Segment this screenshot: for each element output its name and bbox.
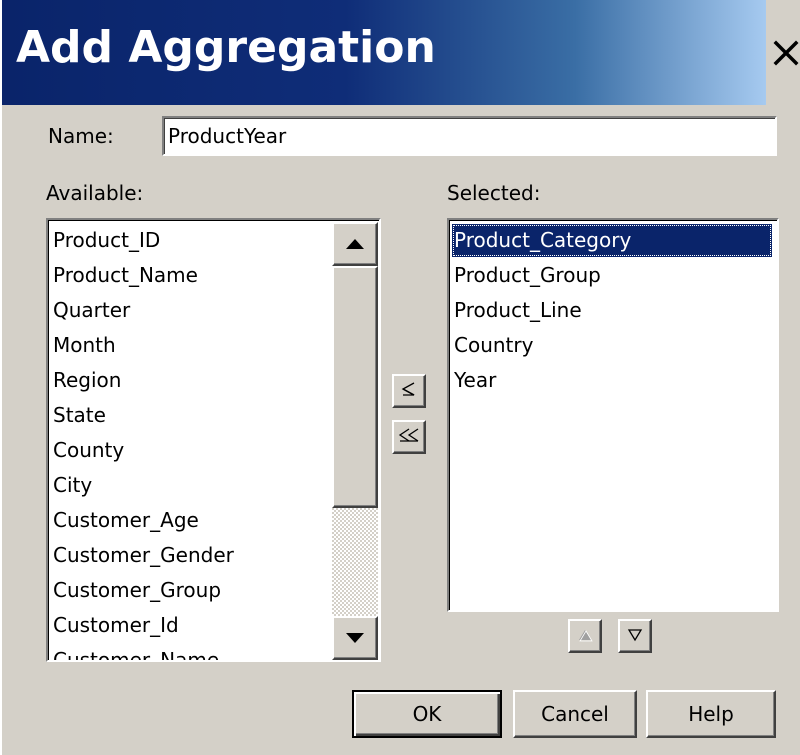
add-aggregation-dialog: Add Aggregation Name: Available: Product… — [0, 0, 800, 755]
list-item[interactable]: Product_Group — [452, 259, 601, 292]
move-down-button[interactable] — [618, 619, 652, 653]
remove-all-button[interactable] — [392, 420, 426, 454]
name-label: Name: — [48, 124, 114, 148]
list-item[interactable]: City — [51, 469, 92, 502]
arrow-up-icon — [345, 235, 365, 254]
double-arrow-left-icon — [398, 426, 420, 448]
title-bar[interactable]: Add Aggregation — [2, 0, 800, 105]
move-up-button[interactable] — [568, 619, 602, 653]
list-item[interactable]: Product_ID — [51, 224, 160, 257]
list-item[interactable]: Country — [452, 329, 533, 362]
list-item[interactable]: County — [51, 434, 124, 467]
list-item[interactable]: Customer_Id — [51, 609, 179, 642]
list-item[interactable]: Product_Category — [452, 224, 772, 257]
selected-listbox[interactable]: Product_Category Product_Group Product_Lin… — [447, 218, 779, 612]
available-listbox[interactable]: Product_ID Product_Name Quarter Month Region… — [46, 218, 381, 662]
triangle-up-icon — [577, 627, 593, 646]
list-item[interactable]: Product_Name — [51, 259, 198, 292]
help-button[interactable]: Help — [646, 690, 776, 738]
list-item[interactable]: Customer_Name — [51, 644, 219, 660]
list-item[interactable]: Month — [51, 329, 116, 362]
cancel-button[interactable]: Cancel — [513, 690, 637, 738]
close-icon — [769, 36, 800, 70]
available-scrollbar[interactable] — [332, 222, 378, 660]
list-item[interactable]: Year — [452, 364, 496, 397]
list-item[interactable]: Customer_Gender — [51, 539, 234, 572]
name-input[interactable] — [162, 116, 777, 156]
list-item[interactable]: Quarter — [51, 294, 130, 327]
available-label: Available: — [46, 181, 144, 205]
list-item[interactable]: Customer_Age — [51, 504, 199, 537]
list-item[interactable]: State — [51, 399, 106, 432]
list-item[interactable]: Customer_Group — [51, 574, 221, 607]
remove-one-button[interactable] — [392, 374, 426, 408]
ok-button[interactable]: OK — [352, 690, 502, 738]
list-item[interactable]: Region — [51, 364, 121, 397]
arrow-left-icon — [400, 380, 418, 402]
selected-label: Selected: — [447, 181, 541, 205]
triangle-down-icon — [627, 627, 643, 646]
list-item[interactable]: Product_Line — [452, 294, 582, 327]
scroll-thumb[interactable] — [332, 266, 378, 508]
scroll-up-button[interactable] — [332, 222, 378, 266]
dialog-title: Add Aggregation — [16, 22, 436, 73]
close-button[interactable] — [766, 0, 800, 105]
scroll-down-button[interactable] — [332, 616, 378, 660]
arrow-down-icon — [345, 629, 365, 648]
